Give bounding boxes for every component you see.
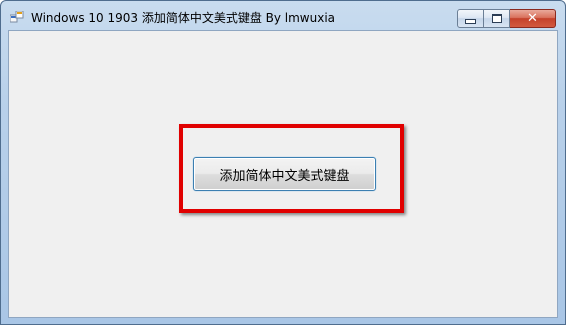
- maximize-button[interactable]: [484, 9, 510, 28]
- add-chinese-us-keyboard-button[interactable]: 添加简体中文美式键盘: [193, 157, 376, 191]
- app-window: Windows 10 1903 添加简体中文美式键盘 By lmwuxia ✕ …: [0, 0, 566, 325]
- close-button[interactable]: ✕: [510, 9, 556, 28]
- minimize-icon: [465, 19, 476, 24]
- caption-buttons: ✕: [457, 9, 556, 28]
- title-bar[interactable]: Windows 10 1903 添加简体中文美式键盘 By lmwuxia ✕: [1, 1, 565, 30]
- window-app-icon: [10, 11, 24, 23]
- minimize-button[interactable]: [457, 9, 484, 28]
- window-title: Windows 10 1903 添加简体中文美式键盘 By lmwuxia: [31, 11, 336, 25]
- close-icon: ✕: [527, 11, 538, 26]
- maximize-icon: [491, 14, 502, 23]
- form-client-area: 添加简体中文美式键盘: [8, 30, 558, 318]
